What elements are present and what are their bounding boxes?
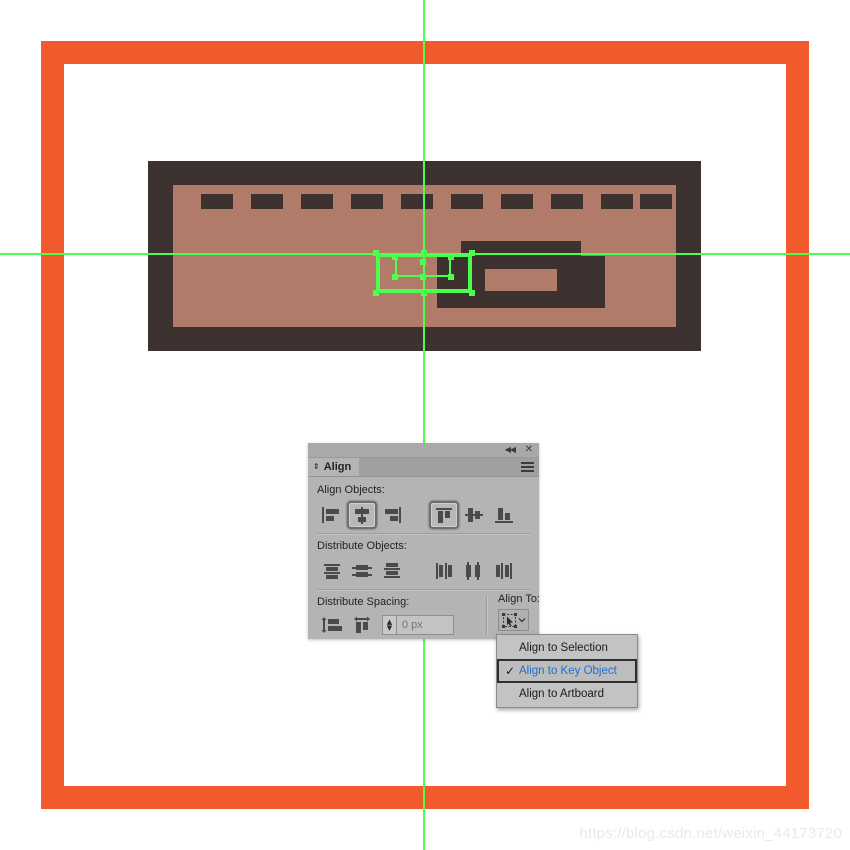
panel-tab-strip: ⇕ Align	[308, 458, 539, 477]
vertical-distribute-top-button[interactable]	[317, 557, 347, 585]
panel-menu-icon[interactable]	[521, 462, 534, 472]
merlon	[301, 194, 333, 209]
chevron-down-icon	[518, 618, 525, 623]
spacing-input[interactable]: 0 px	[396, 615, 454, 635]
tab-align-label: Align	[323, 461, 352, 473]
anchor-point[interactable]	[392, 274, 398, 280]
anchor-point[interactable]	[392, 254, 398, 260]
tab-align[interactable]: ⇕ Align	[308, 458, 360, 476]
merlon	[640, 194, 672, 209]
menu-item-align-to-key-object[interactable]: ✓ Align to Key Object	[497, 659, 637, 683]
horizontal-distribute-center-button[interactable]	[459, 557, 489, 585]
merlon	[601, 194, 633, 209]
vertical-distribute-space-button[interactable]	[317, 611, 347, 639]
merlon	[401, 194, 433, 209]
menu-item-align-to-selection[interactable]: Align to Selection	[497, 637, 637, 659]
anchor-point[interactable]	[420, 274, 426, 280]
anchor-point[interactable]	[373, 290, 379, 296]
vertical-divider	[486, 595, 488, 635]
vertical-align-bottom-button[interactable]	[489, 501, 519, 529]
section-divider	[317, 589, 530, 591]
merlon	[201, 194, 233, 209]
merlon	[551, 194, 583, 209]
gate-opening	[485, 269, 557, 291]
align-panel[interactable]: ◀◀ ✕ ⇕ Align Align Objects: Distribute O…	[308, 443, 540, 639]
checkmark-icon: ✓	[505, 664, 516, 678]
horizontal-distribute-left-button[interactable]	[429, 557, 459, 585]
artboard-orange-frame	[41, 41, 809, 809]
stepper-down-icon[interactable]: ▼	[387, 625, 392, 632]
merlon	[351, 194, 383, 209]
close-icon[interactable]: ✕	[525, 444, 533, 455]
anchor-point[interactable]	[421, 290, 427, 296]
section-divider	[317, 533, 530, 535]
anchor-point[interactable]	[469, 250, 475, 256]
horizontal-align-left-button[interactable]	[317, 501, 347, 529]
vertical-guide	[423, 0, 425, 850]
anchor-point[interactable]	[469, 290, 475, 296]
menu-item-label: Align to Artboard	[519, 688, 605, 700]
collapse-panel-icon[interactable]: ◀◀	[505, 445, 516, 455]
vertical-align-top-button[interactable]	[429, 501, 459, 529]
align-to-group: Align To:	[498, 593, 546, 631]
align-to-dropdown-button[interactable]	[498, 609, 529, 631]
merlon	[251, 194, 283, 209]
align-to-dropdown-menu[interactable]: Align to Selection ✓ Align to Key Object…	[496, 634, 638, 708]
align-to-label: Align To:	[498, 593, 540, 605]
distribute-objects-button-row	[317, 556, 530, 586]
horizontal-distribute-space-button[interactable]	[347, 611, 377, 639]
vertical-distribute-center-button[interactable]	[347, 557, 377, 585]
align-to-key-object-icon	[501, 612, 517, 628]
horizontal-align-center-button[interactable]	[347, 501, 377, 529]
collapse-expand-icon: ⇕	[313, 462, 320, 471]
anchor-point[interactable]	[373, 250, 379, 256]
horizontal-align-right-button[interactable]	[377, 501, 407, 529]
horizontal-distribute-right-button[interactable]	[489, 557, 519, 585]
menu-item-label: Align to Selection	[519, 642, 608, 654]
watermark-text: https://blog.csdn.net/weixin_44173720	[579, 825, 842, 842]
spacing-stepper[interactable]: ▲ ▼	[382, 615, 396, 635]
vertical-align-center-button[interactable]	[459, 501, 489, 529]
panel-title-bar: ◀◀ ✕	[308, 443, 539, 458]
merlon	[451, 194, 483, 209]
anchor-point[interactable]	[420, 259, 426, 265]
anchor-point[interactable]	[448, 254, 454, 260]
merlon	[501, 194, 533, 209]
illustrator-canvas: ◀◀ ✕ ⇕ Align Align Objects: Distribute O…	[0, 0, 850, 850]
menu-item-label: Align to Key Object	[519, 665, 617, 677]
panel-body: Align Objects: Distribute Objects: Distr…	[308, 477, 540, 639]
align-objects-button-row	[317, 500, 530, 530]
align-objects-label: Align Objects:	[317, 484, 385, 496]
vertical-distribute-bottom-button[interactable]	[377, 557, 407, 585]
distribute-objects-label: Distribute Objects:	[317, 540, 407, 552]
anchor-point[interactable]	[448, 274, 454, 280]
menu-item-align-to-artboard[interactable]: Align to Artboard	[497, 683, 637, 705]
anchor-point[interactable]	[421, 250, 427, 256]
